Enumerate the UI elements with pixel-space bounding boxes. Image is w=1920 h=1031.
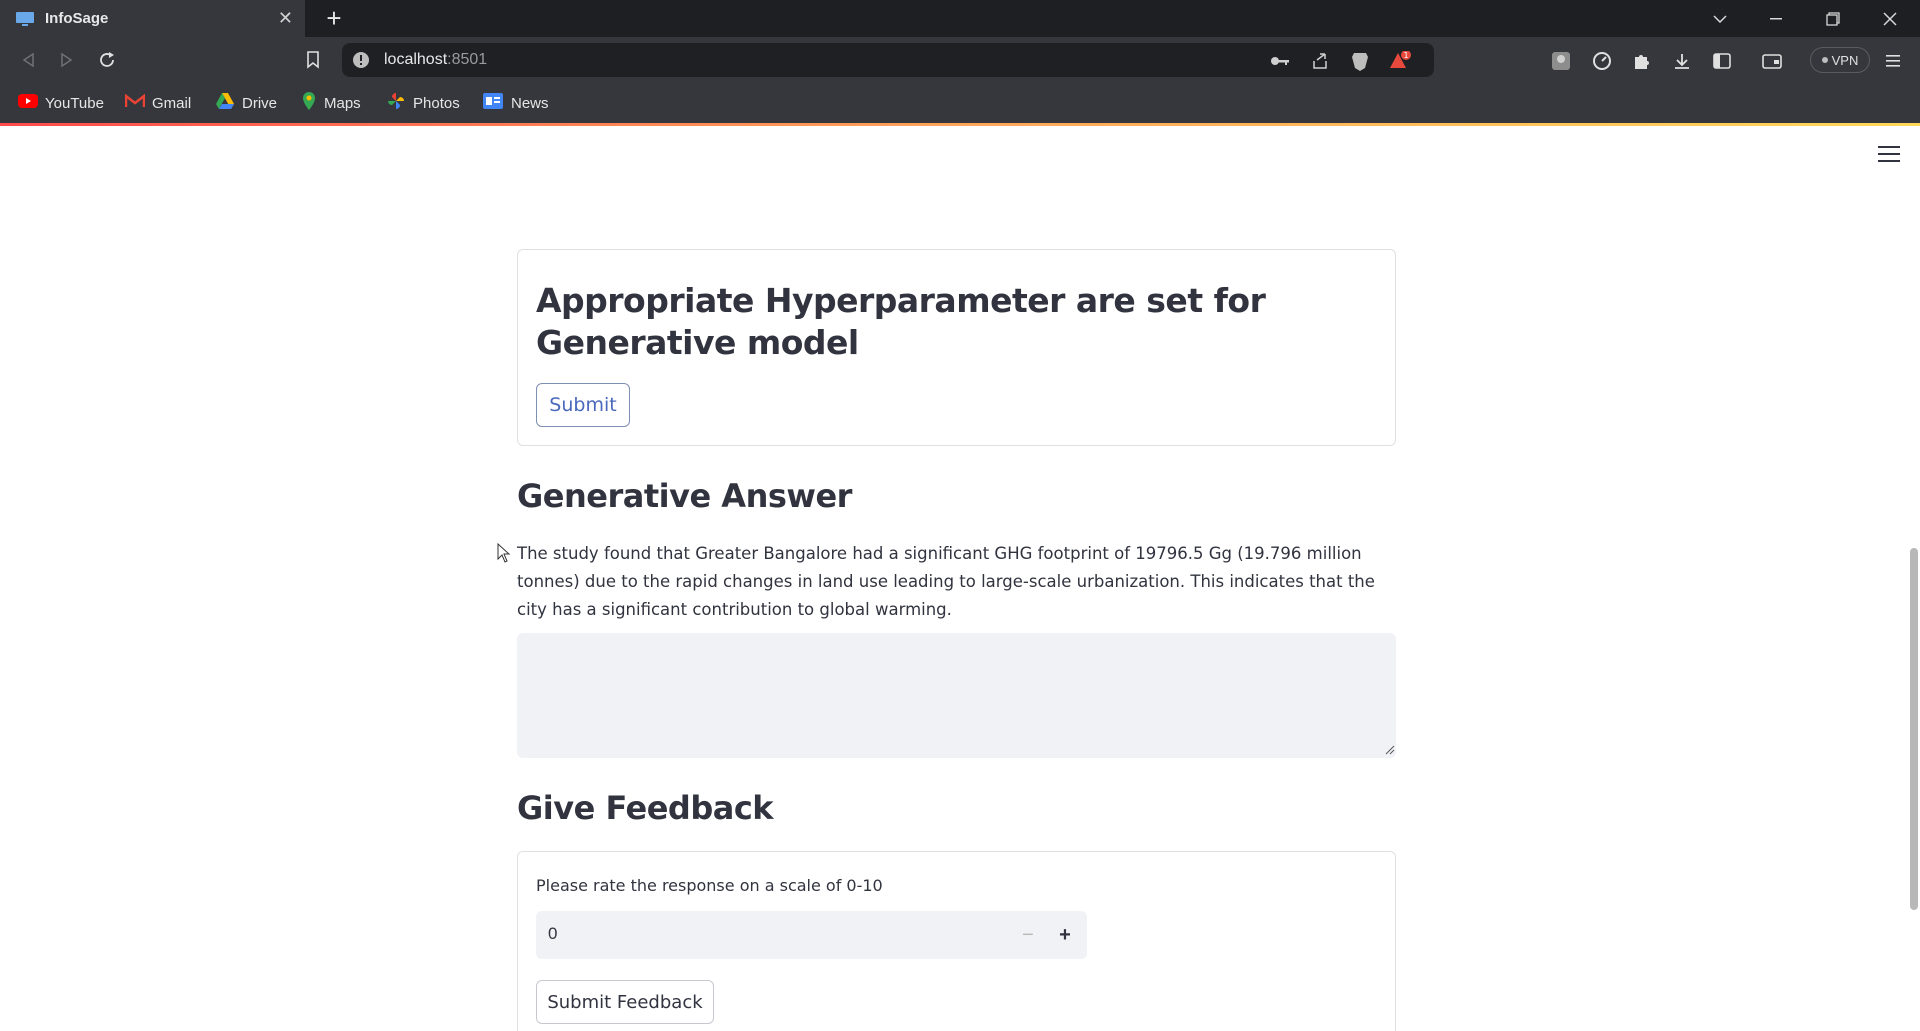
hyperparameter-title: Appropriate Hyperparameter are set for G… [536,281,1266,362]
feedback-form: Please rate the response on a scale of 0… [517,851,1396,1031]
bookmarks-bar: YouTube Gmail Drive Maps Photos News [0,83,1920,124]
minimize-icon[interactable] [1748,0,1804,37]
close-window-icon[interactable] [1862,0,1918,37]
brave-shield-icon[interactable] [1347,51,1373,71]
restore-icon[interactable] [1805,0,1861,37]
app-header-decoration [0,123,1920,126]
reload-icon[interactable] [92,45,122,75]
forward-icon[interactable] [52,45,82,75]
tab-title: InfoSage [45,10,109,27]
brave-rewards-icon[interactable]: 1 [1387,51,1413,71]
sidebar-toggle-icon[interactable] [1710,49,1734,73]
bookmark-photos[interactable]: Photos [386,91,460,115]
bookmark-icon[interactable] [298,45,328,75]
share-icon[interactable] [1307,51,1333,71]
submit-button[interactable]: Submit [536,383,630,427]
url-port: :8501 [447,51,488,68]
browser-tab-bar: InfoSage ✕ + [0,0,1920,37]
generative-answer-heading: Generative Answer [517,477,852,515]
bookmark-label: Maps [324,94,361,112]
vpn-status-dot [1821,57,1828,63]
address-bar[interactable]: localhost:8501 1 [342,43,1434,77]
photos-icon [386,91,406,115]
drive-icon [215,92,235,114]
bookmark-gmail[interactable]: Gmail [124,91,192,115]
gmail-icon [124,93,146,112]
bookmark-youtube[interactable]: YouTube [18,91,104,115]
menu-icon[interactable] [1882,49,1906,73]
bookmark-maps[interactable]: Maps [301,91,361,115]
key-icon[interactable] [1267,51,1293,71]
extensions-puzzle-icon[interactable] [1630,49,1654,73]
speed-dial-icon[interactable] [1590,49,1614,73]
svg-text:1: 1 [1403,51,1408,60]
vpn-label: VPN [1831,52,1859,68]
give-feedback-heading: Give Feedback [517,789,774,827]
bookmark-label: Gmail [152,94,192,112]
answer-textarea[interactable] [517,633,1396,758]
bookmark-label: YouTube [45,94,104,112]
hyperparameter-form: Appropriate Hyperparameter are set for G… [517,249,1396,446]
rating-number-input[interactable]: 0 − + [536,911,1087,959]
back-icon[interactable] [13,45,43,75]
increment-button[interactable]: + [1051,921,1079,949]
new-tab-icon[interactable]: + [320,4,348,32]
decrement-button[interactable]: − [1014,921,1042,949]
monitor-icon [15,11,35,27]
bookmark-drive[interactable]: Drive [215,91,277,115]
bookmark-label: Drive [242,94,278,112]
download-icon[interactable] [1670,49,1694,73]
bookmark-label: News [511,94,549,112]
wallet-icon[interactable] [1760,49,1784,73]
extension-avatar-icon[interactable] [1549,49,1573,73]
browser-tab-active[interactable]: InfoSage ✕ [0,0,305,37]
url-host: localhost [384,51,448,68]
url-text: localhost:8501 [384,51,487,69]
site-info-icon[interactable] [352,51,370,74]
browser-toolbar: localhost:8501 1 VPN [0,37,1920,83]
generative-answer-text: The study found that Greater Bangalore h… [517,544,1375,619]
maps-icon [301,91,317,115]
rating-value[interactable]: 0 [548,924,557,944]
submit-feedback-button[interactable]: Submit Feedback [536,980,714,1024]
rating-label: Please rate the response on a scale of 0… [536,876,883,895]
mouse-cursor-icon [497,543,511,563]
page-scrollbar[interactable] [1910,548,1918,910]
news-icon [482,92,504,114]
youtube-icon [18,94,38,112]
bookmark-news[interactable]: News [482,91,549,115]
vpn-button[interactable]: VPN [1810,47,1870,73]
bookmark-label: Photos [413,94,460,112]
tab-search-chevron-icon[interactable] [1692,0,1748,37]
resize-handle-icon[interactable] [1385,745,1395,755]
close-tab-icon[interactable]: ✕ [278,8,293,29]
main-menu-icon[interactable] [1878,146,1900,164]
